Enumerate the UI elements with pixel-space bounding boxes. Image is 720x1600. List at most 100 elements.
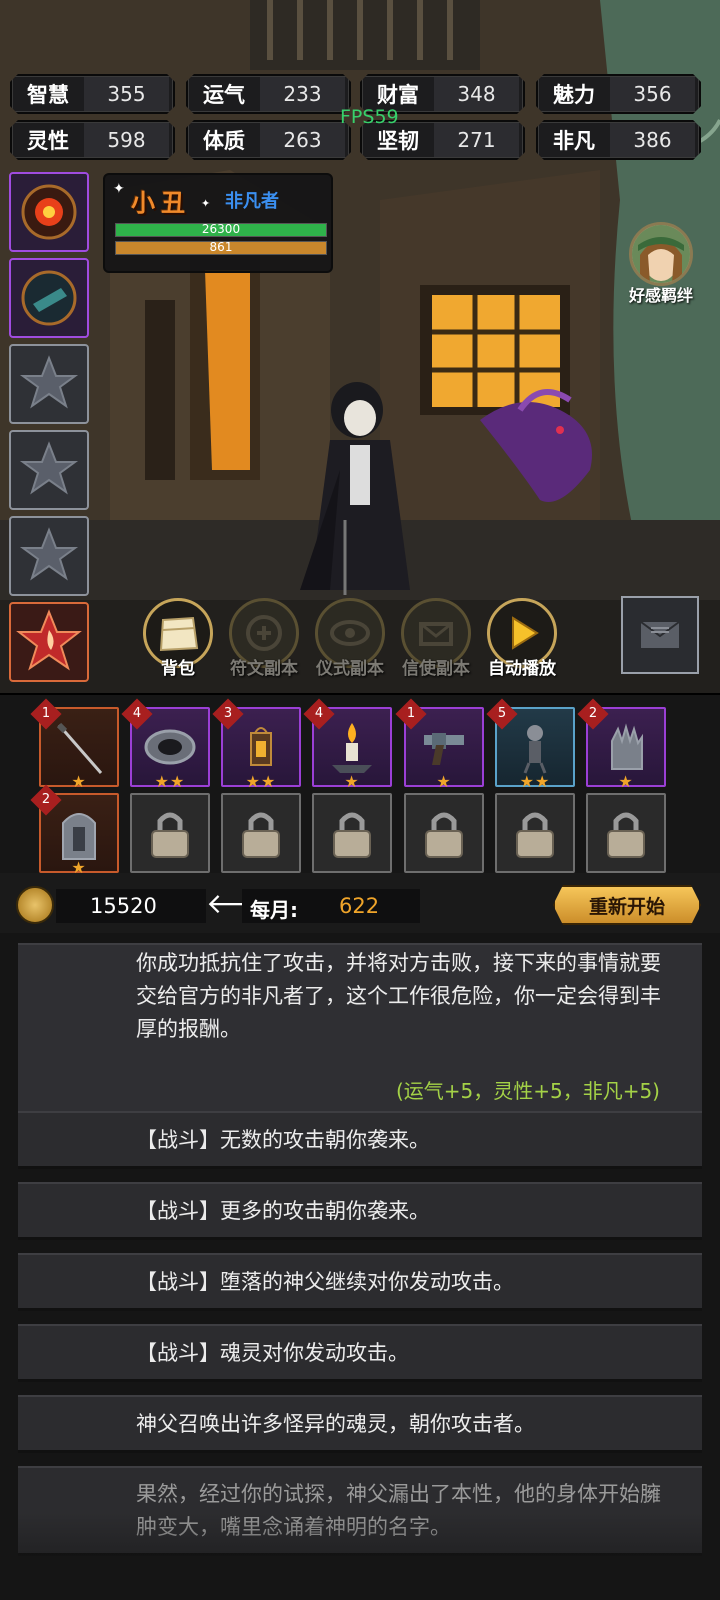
- cane-sword-icon: [56, 722, 103, 774]
- log-reward-text: (运气+5，灵性+5，非凡+5): [395, 1079, 660, 1103]
- item-stars: ★★: [154, 772, 186, 791]
- ritual-eye-icon: [330, 620, 370, 646]
- log-entry-text: 【战斗】魂灵对你发动攻击。: [136, 1341, 409, 1365]
- log-entry: 【战斗】无数的攻击朝你袭来。: [18, 1111, 702, 1169]
- gold-display: 15520: [56, 889, 206, 923]
- monthly-label: 每月:: [250, 898, 298, 922]
- gold-value: 15520: [90, 894, 157, 918]
- item-cane-sword[interactable]: 1 ★: [30, 698, 119, 791]
- stat-constitution: 体质 263: [186, 120, 351, 160]
- item-slot-locked[interactable]: [404, 793, 484, 873]
- lock-icon: [516, 812, 554, 858]
- lock-icon: [425, 812, 463, 858]
- autoplay-button[interactable]: 自动播放: [482, 598, 562, 679]
- log-entry-text: 【战斗】更多的攻击朝你袭来。: [136, 1199, 430, 1223]
- stat-wisdom: 智慧 355: [10, 74, 175, 114]
- item-slot-locked[interactable]: [130, 793, 210, 873]
- candle-icon: [332, 723, 372, 773]
- ritual-dungeon-button[interactable]: 仪式副本: [310, 598, 390, 679]
- sparkle-icon: ✦: [113, 181, 125, 197]
- item-slot-locked[interactable]: [312, 793, 392, 873]
- lock-icon: [333, 812, 371, 858]
- skill-slot-special[interactable]: [9, 602, 89, 682]
- affinity-button[interactable]: 好感羁绊: [618, 222, 704, 306]
- rune-dungeon-button[interactable]: 符文副本: [224, 598, 304, 679]
- affinity-label: 好感羁绊: [628, 286, 693, 305]
- lock-icon: [242, 812, 280, 858]
- stat-luck: 运气 233: [186, 74, 351, 114]
- log-entry: 神父召唤出许多怪异的魂灵，朝你攻击者。: [18, 1395, 702, 1453]
- item-stars: ★: [344, 772, 360, 791]
- flame-star-icon: [16, 609, 82, 671]
- item-revolver[interactable]: 1 ★: [395, 698, 484, 791]
- envelope-wing-icon: [419, 622, 453, 646]
- mail-button[interactable]: [621, 596, 699, 674]
- stat-beyonder: 非凡 386: [536, 120, 701, 160]
- skill-slot-3-empty[interactable]: [9, 344, 89, 424]
- currency-bar: 15520 🡐 每月: 622 重新开始: [0, 873, 720, 933]
- event-log[interactable]: 你成功抵抗住了攻击，并将对方击败，接下来的事情就要交给官方的非凡者了，这个工作很…: [0, 933, 720, 1600]
- skill-slot-4-empty[interactable]: [9, 430, 89, 510]
- companion-portrait-icon: [632, 225, 690, 283]
- item-candle[interactable]: 4 ★: [303, 698, 392, 791]
- messenger-dungeon-label: 信使副本: [402, 659, 470, 679]
- item-lantern[interactable]: 3 ★★: [212, 698, 301, 791]
- item-tombstone[interactable]: 2 ★: [30, 784, 119, 877]
- log-entry: 【战斗】更多的攻击朝你袭来。: [18, 1182, 702, 1240]
- backpack-label: 背包: [161, 659, 195, 679]
- stat-charm: 魅力 356: [536, 74, 701, 114]
- game-scene: 智慧 355 运气 233 财富 348 魅力 356 灵性 598 体质 26…: [0, 0, 720, 693]
- character-card: ✦ ✦ 小丑 非凡者 26300 861: [103, 173, 333, 273]
- lock-icon: [607, 812, 645, 858]
- backpack-button[interactable]: 背包: [138, 598, 218, 679]
- mp-bar: 861: [115, 240, 327, 255]
- puppet-icon: [523, 725, 547, 774]
- skill-slot-1[interactable]: [9, 172, 89, 252]
- gold-coin-icon: [16, 886, 54, 924]
- item-stars: ★: [618, 772, 634, 791]
- item-eye-ring[interactable]: 4 ★★: [121, 698, 210, 791]
- lock-icon: [151, 812, 189, 858]
- skill-slot-5-empty[interactable]: [9, 516, 89, 596]
- gauntlet-icon: [611, 723, 643, 770]
- mp-value: 861: [209, 240, 233, 254]
- ritual-dungeon-label: 仪式副本: [316, 659, 384, 679]
- backpack-icon: [159, 616, 199, 652]
- rune-icon: [246, 615, 282, 651]
- empty-star-icon: [19, 527, 79, 581]
- log-entry: 果然，经过你的试探，神父漏出了本性，他的身体开始臃肿变大，嘴里念诵着神明的名字。: [18, 1466, 702, 1556]
- monthly-income-display: 每月: 622: [242, 889, 420, 923]
- play-icon: [512, 616, 539, 650]
- log-entry-text: 果然，经过你的试探，神父漏出了本性，他的身体开始臃肿变大，嘴里念诵着神明的名字。: [136, 1482, 661, 1539]
- hp-value: 26300: [201, 222, 241, 236]
- item-puppet[interactable]: 5 ★★: [486, 698, 575, 791]
- inventory-grid: 1 ★ 4 ★★ 3 ★★ 4 ★ 1 ★ 5 ★★ 2 ★ 2 ★: [0, 693, 720, 877]
- item-gauntlet[interactable]: 2 ★: [577, 698, 666, 791]
- skill-slot-2[interactable]: [9, 258, 89, 338]
- log-main-text: 你成功抵抗住了攻击，并将对方击败，接下来的事情就要交给官方的非凡者了，这个工作很…: [136, 951, 661, 1041]
- empty-star-icon: [19, 441, 79, 495]
- log-main-entry: 你成功抵抗住了攻击，并将对方击败，接下来的事情就要交给官方的非凡者了，这个工作很…: [18, 943, 702, 1119]
- log-entry-text: 【战斗】堕落的神父继续对你发动攻击。: [136, 1270, 514, 1294]
- log-entry-text: 神父召唤出许多怪异的魂灵，朝你攻击者。: [136, 1412, 535, 1436]
- character-class: 非凡者: [225, 191, 279, 212]
- restart-button[interactable]: 重新开始: [553, 885, 701, 925]
- compass-scroll-icon: [21, 270, 77, 326]
- rune-dungeon-label: 符文副本: [230, 659, 298, 679]
- autoplay-label: 自动播放: [488, 659, 556, 679]
- empty-star-icon: [19, 355, 79, 409]
- item-slot-locked[interactable]: [495, 793, 575, 873]
- mail-icon: [640, 621, 680, 648]
- item-slot-locked[interactable]: [221, 793, 301, 873]
- item-stars: ★★: [519, 772, 551, 791]
- sun-eye-icon: [21, 184, 77, 240]
- log-entry-text: 【战斗】无数的攻击朝你袭来。: [136, 1128, 430, 1152]
- fps-counter: FPS59: [340, 106, 399, 128]
- monthly-value: 622: [339, 894, 380, 918]
- messenger-dungeon-button[interactable]: 信使副本: [396, 598, 476, 679]
- item-stars: ★: [436, 772, 452, 791]
- log-entry: 【战斗】堕落的神父继续对你发动攻击。: [18, 1253, 702, 1311]
- revolver-icon: [424, 733, 464, 765]
- item-slot-locked[interactable]: [586, 793, 666, 873]
- lantern-icon: [250, 727, 272, 766]
